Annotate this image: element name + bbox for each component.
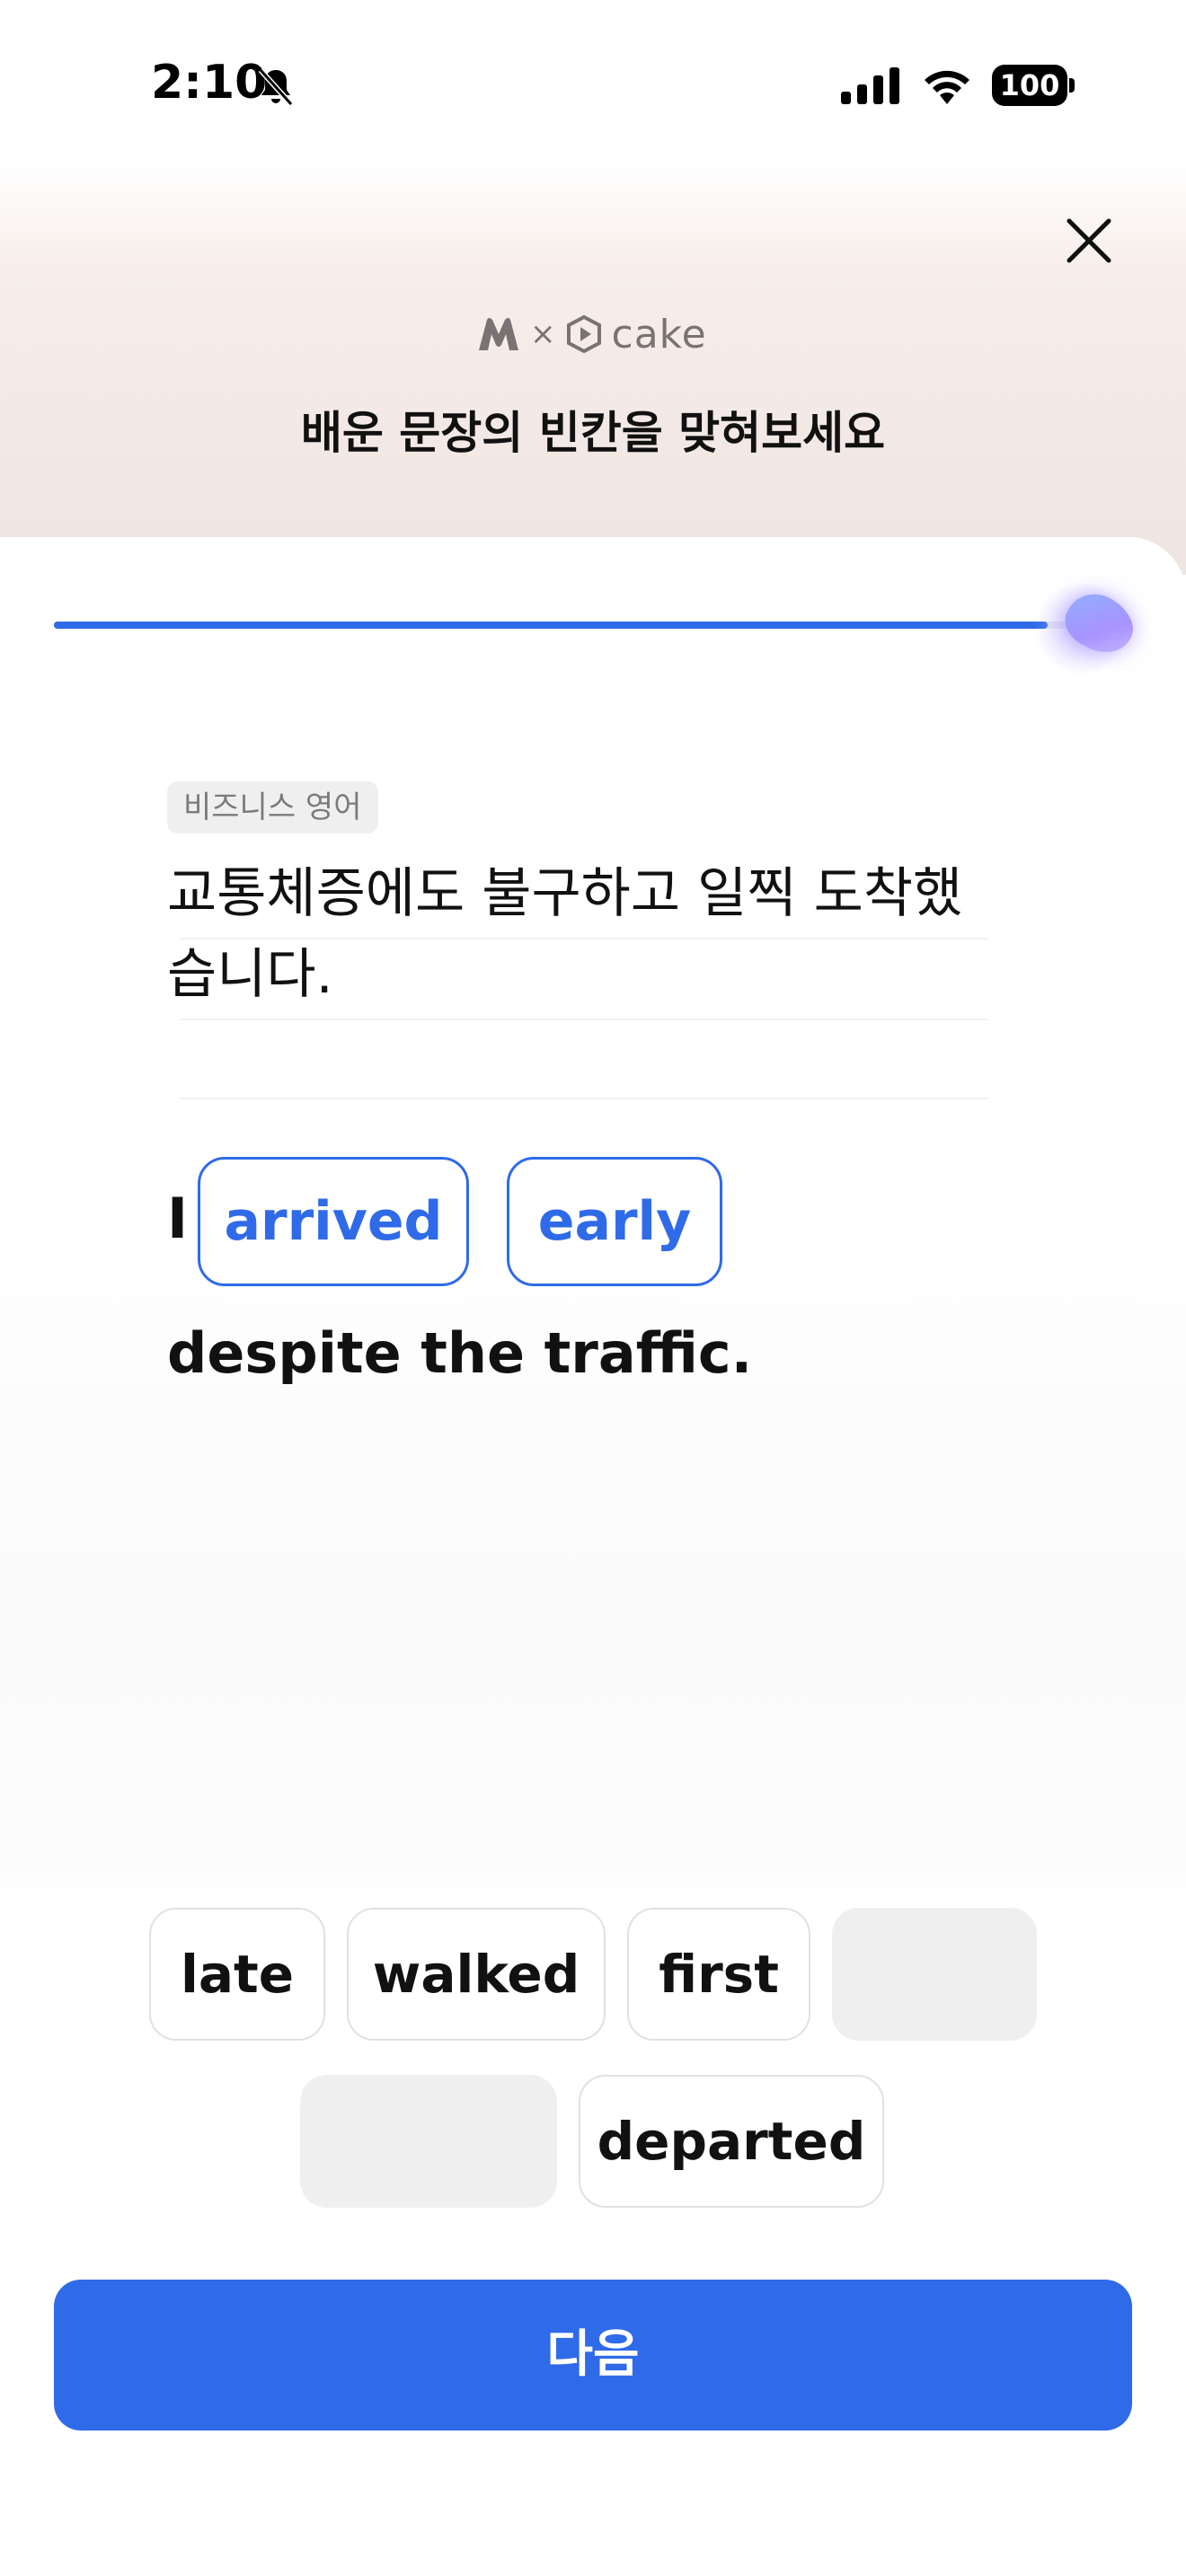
battery-icon: 100 — [992, 65, 1075, 106]
sentence-start: I — [167, 1186, 189, 1251]
progress-bar — [54, 622, 1078, 629]
sentence-end: despite the traffic. — [167, 1320, 753, 1386]
page-subtitle: 배운 문장의 빈칸을 맞혀보세요 — [300, 407, 886, 459]
answer-slot-2[interactable]: early — [507, 1157, 722, 1286]
answer-slot-1[interactable]: arrived — [198, 1157, 469, 1286]
quiz-card — [0, 537, 1186, 2576]
next-button[interactable]: 다음 — [54, 2280, 1132, 2430]
wifi-icon — [925, 70, 969, 104]
close-icon[interactable] — [1062, 214, 1116, 268]
option-walked[interactable]: walked — [347, 1908, 606, 2041]
bell-muted-icon — [258, 67, 294, 107]
option-first[interactable]: first — [627, 1908, 810, 2041]
line-divider — [180, 1019, 988, 1020]
option-departed[interactable]: departed — [579, 2075, 884, 2208]
line-divider — [180, 938, 988, 940]
progress-fill — [54, 622, 1048, 629]
korean-sentence: 교통체증에도 불구하고 일찍 도착했습니다. — [167, 862, 963, 1006]
logo-separator: × — [530, 316, 556, 352]
category-badge: 비즈니스 영어 — [167, 781, 378, 834]
m-logo-icon — [479, 318, 518, 350]
option-late[interactable]: late — [149, 1908, 325, 2041]
status-time: 2:10 — [151, 56, 268, 110]
option-used-placeholder — [300, 2075, 557, 2208]
signal-icon — [841, 67, 899, 104]
cake-brand-text: cake — [611, 311, 707, 357]
line-divider — [180, 1098, 988, 1099]
cake-play-icon — [566, 314, 601, 354]
option-used-placeholder — [832, 1908, 1037, 2041]
partner-logo: × cake — [476, 311, 710, 357]
battery-level: 100 — [992, 65, 1067, 106]
